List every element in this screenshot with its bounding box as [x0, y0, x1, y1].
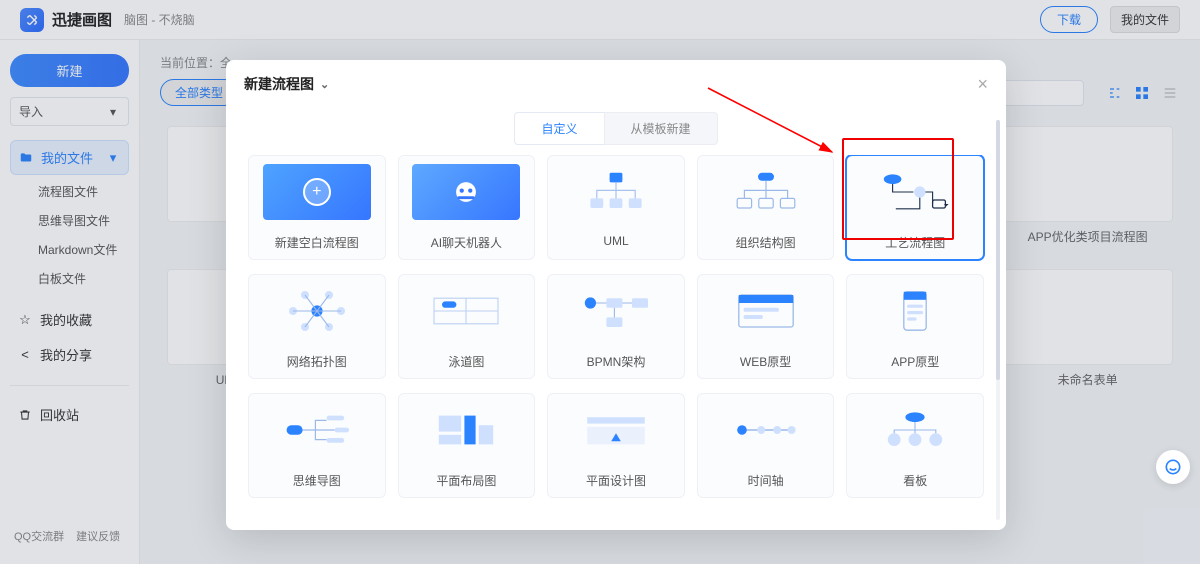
card-swimlane[interactable]: 泳道图 [398, 274, 536, 379]
swimlane-thumb [399, 275, 535, 347]
topo-thumb [249, 275, 385, 347]
ai-thumb [399, 156, 535, 228]
tab-from-template[interactable]: 从模板新建 [604, 112, 718, 145]
new-flowchart-modal: 新建流程图 ⌄ × 自定义 从模板新建 + 新建空白流程图 AI聊天机器人 [226, 60, 1006, 530]
scrollbar[interactable] [996, 120, 1000, 520]
close-icon[interactable]: × [977, 75, 988, 93]
scroll-thumb[interactable] [996, 120, 1000, 380]
card-ai-chatbot[interactable]: AI聊天机器人 [398, 155, 536, 260]
card-floor-plan[interactable]: 平面布局图 [398, 393, 536, 498]
modal-body: + 新建空白流程图 AI聊天机器人 UML [226, 155, 1006, 530]
assistant-float-icon[interactable] [1156, 450, 1190, 484]
web-thumb [698, 275, 834, 347]
org-thumb [698, 156, 834, 228]
card-blank-flowchart[interactable]: + 新建空白流程图 [248, 155, 386, 260]
mindmap-thumb [249, 394, 385, 466]
blank-thumb: + [249, 156, 385, 228]
card-network-topology[interactable]: 网络拓扑图 [248, 274, 386, 379]
kanban-thumb [847, 394, 983, 466]
modal-title: 新建流程图 ⌄ [244, 74, 329, 94]
card-bpmn[interactable]: BPMN架构 [547, 274, 685, 379]
card-timeline[interactable]: 时间轴 [697, 393, 835, 498]
plus-icon: + [303, 178, 331, 206]
card-process-flow[interactable]: 工艺流程图 [846, 155, 984, 260]
floor-thumb [399, 394, 535, 466]
chevron-down-icon[interactable]: ⌄ [320, 78, 329, 91]
card-org-chart[interactable]: 组织结构图 [697, 155, 835, 260]
bpmn-thumb [548, 275, 684, 347]
tab-custom[interactable]: 自定义 [514, 112, 603, 145]
timeline-thumb [698, 394, 834, 466]
card-mindmap[interactable]: 思维导图 [248, 393, 386, 498]
modal-tabs: 自定义 从模板新建 [226, 112, 1006, 145]
process-thumb [847, 156, 983, 228]
design-thumb [548, 394, 684, 466]
card-web-prototype[interactable]: WEB原型 [697, 274, 835, 379]
app-thumb [847, 275, 983, 347]
card-kanban[interactable]: 看板 [846, 393, 984, 498]
uml-thumb [548, 156, 684, 228]
card-graphic-design[interactable]: 平面设计图 [547, 393, 685, 498]
card-uml[interactable]: UML [547, 155, 685, 260]
modal-header: 新建流程图 ⌄ × [226, 60, 1006, 108]
card-app-prototype[interactable]: APP原型 [846, 274, 984, 379]
template-cards: + 新建空白流程图 AI聊天机器人 UML [248, 155, 984, 498]
